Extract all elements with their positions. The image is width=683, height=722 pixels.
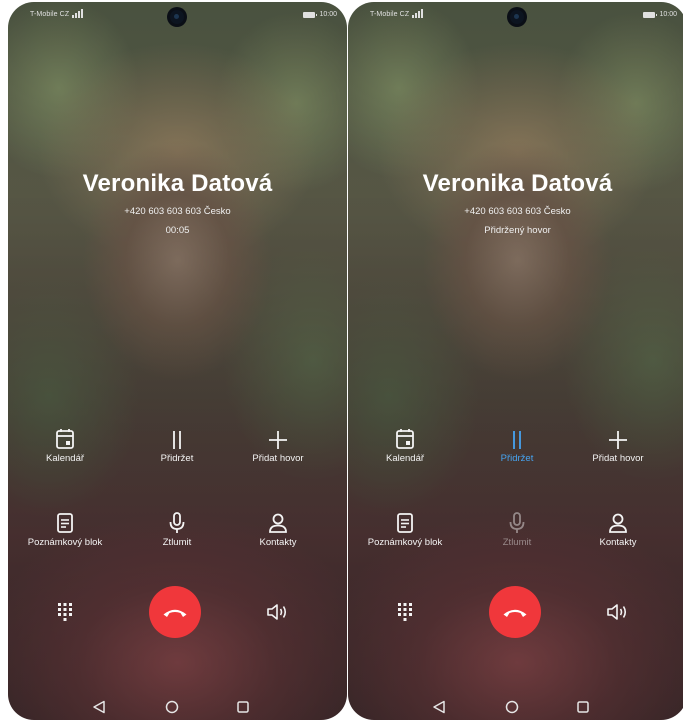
call-status: Přidržený hovor	[484, 225, 551, 236]
hold-label: Přidržet	[160, 453, 194, 464]
plus-icon	[269, 431, 287, 449]
carrier-label: T-Mobile CZ	[370, 11, 410, 18]
clock: 10:00	[659, 11, 677, 18]
phone-screen-active-call: T-Mobile CZ 10:00 Veronika Datová +420 6…	[8, 2, 347, 720]
notepad-icon	[397, 513, 413, 533]
pause-icon	[513, 431, 521, 449]
back-triangle-icon[interactable]	[432, 700, 446, 714]
person-icon	[269, 513, 287, 533]
notepad-button[interactable]: Poznámkový blok	[17, 504, 113, 548]
caller-number: +420 603 603 603 Česko	[124, 206, 231, 217]
hold-label: Přidržet	[500, 453, 534, 464]
carrier-label: T-Mobile CZ	[30, 11, 70, 18]
hold-button[interactable]: Přidržet	[469, 420, 565, 464]
end-call-icon	[503, 609, 527, 617]
contacts-button[interactable]: Kontakty	[570, 504, 666, 548]
dialpad-icon	[398, 603, 412, 621]
front-camera-icon	[170, 10, 184, 24]
contacts-label: Kontakty	[259, 537, 297, 548]
notepad-label: Poznámkový blok	[27, 537, 103, 548]
battery-icon	[303, 12, 317, 18]
pause-icon	[173, 431, 181, 449]
recents-square-icon[interactable]	[236, 700, 250, 714]
end-call-button[interactable]	[489, 586, 541, 638]
signal-icon	[72, 9, 83, 18]
add-call-label: Přidat hovor	[252, 453, 304, 464]
back-triangle-icon[interactable]	[92, 700, 106, 714]
notepad-label: Poznámkový blok	[367, 537, 443, 548]
speaker-icon	[267, 604, 287, 620]
recents-square-icon[interactable]	[576, 700, 590, 714]
mute-button[interactable]: Ztlumit	[469, 504, 565, 548]
home-circle-icon[interactable]	[505, 700, 519, 714]
clock: 10:00	[319, 11, 337, 18]
calendar-icon	[56, 429, 74, 449]
contacts-label: Kontakty	[599, 537, 637, 548]
home-circle-icon[interactable]	[165, 700, 179, 714]
call-duration: 00:05	[165, 225, 190, 236]
plus-icon	[609, 431, 627, 449]
hold-button[interactable]: Přidržet	[129, 420, 225, 464]
front-camera-icon	[510, 10, 524, 24]
calendar-button[interactable]: Kalendář	[357, 420, 453, 464]
add-call-label: Přidat hovor	[592, 453, 644, 464]
add-call-button[interactable]: Přidat hovor	[570, 420, 666, 464]
microphone-icon	[509, 512, 525, 533]
notepad-icon	[57, 513, 73, 533]
notepad-button[interactable]: Poznámkový blok	[357, 504, 453, 548]
speaker-icon	[607, 604, 627, 620]
phone-screen-call-on-hold: T-Mobile CZ 10:00 Veronika Datová +420 6…	[348, 2, 683, 720]
mute-label: Ztlumit	[162, 537, 192, 548]
signal-icon	[412, 9, 423, 18]
end-call-button[interactable]	[149, 586, 201, 638]
calendar-label: Kalendář	[385, 453, 425, 464]
mute-button[interactable]: Ztlumit	[129, 504, 225, 548]
calendar-icon	[396, 429, 414, 449]
caller-name: Veronika Datová	[422, 170, 613, 197]
navigation-bar	[8, 700, 347, 720]
dialpad-button[interactable]	[357, 592, 453, 622]
microphone-icon	[169, 512, 185, 533]
navigation-bar	[348, 700, 683, 720]
battery-icon	[643, 12, 657, 18]
calendar-label: Kalendář	[45, 453, 85, 464]
end-call-icon	[163, 609, 187, 617]
calendar-button[interactable]: Kalendář	[17, 420, 113, 464]
caller-name: Veronika Datová	[82, 170, 273, 197]
add-call-button[interactable]: Přidat hovor	[230, 420, 326, 464]
speaker-button[interactable]	[230, 592, 326, 622]
dialpad-button[interactable]	[17, 592, 113, 622]
caller-number: +420 603 603 603 Česko	[464, 206, 571, 217]
mute-label: Ztlumit	[502, 537, 532, 548]
contacts-button[interactable]: Kontakty	[230, 504, 326, 548]
person-icon	[609, 513, 627, 533]
dialpad-icon	[58, 603, 72, 621]
speaker-button[interactable]	[570, 592, 666, 622]
